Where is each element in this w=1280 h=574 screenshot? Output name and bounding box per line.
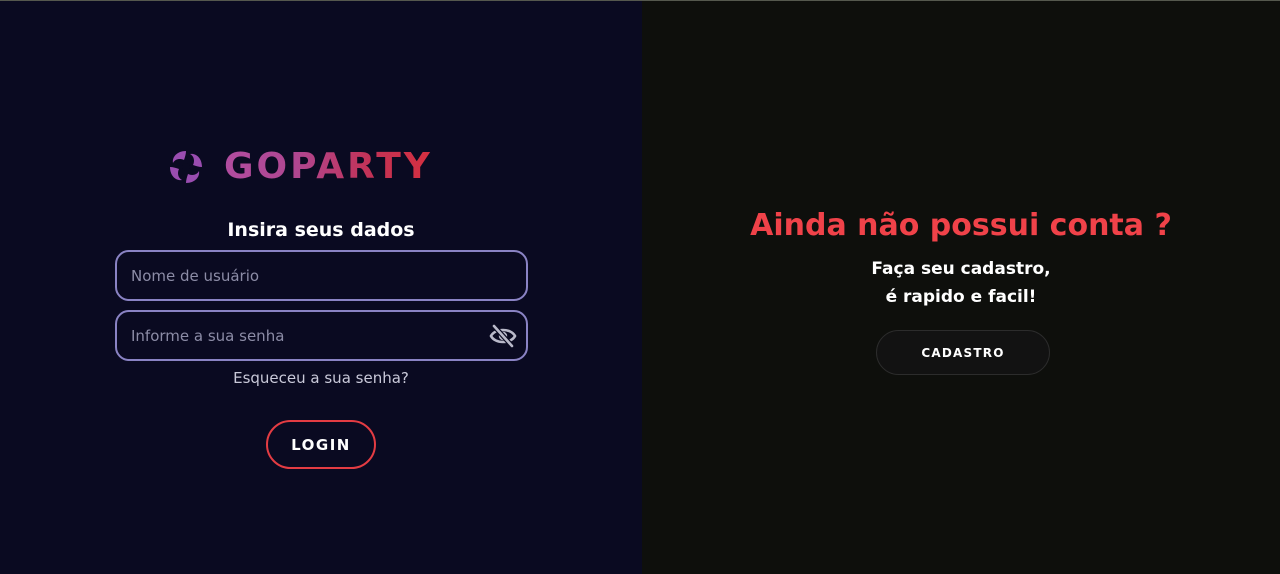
password-input[interactable] xyxy=(117,312,526,359)
signup-line-1: Faça seu cadastro, xyxy=(871,259,1051,279)
swirl-logo-icon xyxy=(170,151,202,183)
signup-button[interactable]: CADASTRO xyxy=(876,330,1050,375)
signup-line-2: é rapido e facil! xyxy=(885,287,1037,307)
login-button[interactable]: LOGIN xyxy=(266,420,376,469)
forgot-password-link[interactable]: Esqueceu a sua senha? xyxy=(115,368,527,388)
eye-slash-icon[interactable] xyxy=(489,323,517,349)
signup-title: Ainda não possui conta ? xyxy=(750,208,1172,243)
password-field[interactable] xyxy=(115,310,528,361)
brand-name: GOPARTY xyxy=(224,146,433,187)
username-input[interactable] xyxy=(117,252,526,299)
username-field[interactable] xyxy=(115,250,528,301)
signup-subtitle: Faça seu cadastro, é rapido e facil! xyxy=(642,255,1280,311)
login-title: Insira seus dados xyxy=(227,219,415,241)
brand-logo: GOPARTY xyxy=(166,146,433,188)
